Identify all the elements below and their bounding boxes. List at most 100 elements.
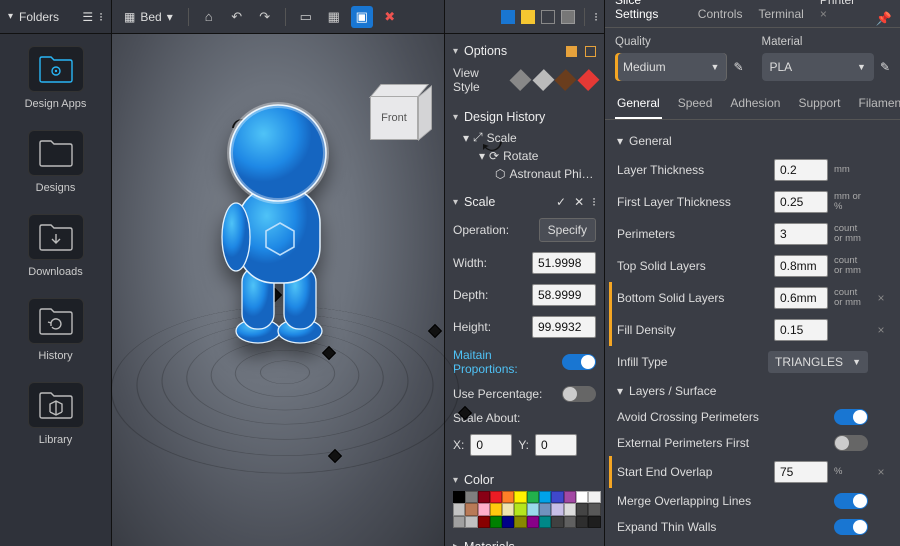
subtab-general[interactable]: General	[615, 91, 662, 119]
sidebar-item-design-apps[interactable]: Design Apps	[0, 40, 111, 124]
color-swatch[interactable]	[576, 503, 588, 515]
color-swatch[interactable]	[551, 491, 563, 503]
preset-icon-outline[interactable]	[585, 46, 596, 57]
style-3[interactable]	[555, 69, 577, 91]
sidebar-header[interactable]: ▾ Folders ☰ ⁝	[0, 0, 111, 34]
view-mode-solid[interactable]	[501, 10, 515, 24]
color-swatch[interactable]	[514, 516, 526, 528]
color-swatch[interactable]	[465, 491, 477, 503]
more-icon[interactable]: ⁝	[594, 10, 598, 24]
color-swatch[interactable]	[490, 503, 502, 515]
tab-slice-settings[interactable]: Slice Settings	[613, 0, 684, 27]
subtab-filament[interactable]: Filament	[856, 91, 900, 119]
quality-select[interactable]: Medium▼	[615, 53, 727, 81]
settings-icon[interactable]: ⁝	[99, 10, 103, 24]
color-swatch[interactable]	[551, 516, 563, 528]
style-4[interactable]	[578, 69, 600, 91]
color-swatch[interactable]	[527, 503, 539, 515]
color-swatch[interactable]	[502, 503, 514, 515]
close-icon[interactable]: ✕	[574, 195, 584, 209]
style-1[interactable]	[509, 69, 531, 91]
tree-model[interactable]: ⬡Astronaut Phil A Me	[495, 165, 596, 183]
scale-y-input[interactable]	[535, 434, 577, 456]
color-swatch[interactable]	[588, 503, 600, 515]
first-layer-input[interactable]	[774, 191, 828, 213]
use-percentage-toggle[interactable]	[562, 386, 596, 402]
sidebar-item-designs[interactable]: Designs	[0, 124, 111, 208]
sidebar-item-library[interactable]: Library	[0, 376, 111, 460]
reset-icon[interactable]: ×	[874, 291, 888, 305]
color-swatch[interactable]	[453, 503, 465, 515]
color-swatch[interactable]	[514, 491, 526, 503]
more-icon[interactable]: ⁝	[592, 195, 596, 209]
color-swatch[interactable]	[502, 516, 514, 528]
bed-selector[interactable]: ▦ Bed ▾	[118, 5, 179, 29]
scale-section-header[interactable]: ▾Scale ✓✕⁝	[453, 191, 596, 213]
color-swatch[interactable]	[490, 491, 502, 503]
redo-button[interactable]: ↷	[254, 6, 276, 28]
color-swatch[interactable]	[453, 491, 465, 503]
view-mode-wire[interactable]	[541, 10, 555, 24]
check-icon[interactable]: ✓	[556, 195, 566, 209]
color-swatch[interactable]	[465, 516, 477, 528]
top-solid-input[interactable]	[774, 255, 828, 277]
color-swatch[interactable]	[502, 491, 514, 503]
view-mode-xray[interactable]	[561, 10, 575, 24]
design-history-header[interactable]: ▾Design History	[453, 106, 596, 128]
color-swatch[interactable]	[478, 503, 490, 515]
tab-printer[interactable]: Printer ×	[818, 0, 864, 27]
home-view-button[interactable]: ⌂	[198, 6, 220, 28]
subtab-support[interactable]: Support	[796, 91, 842, 119]
layout-3-button[interactable]: ▣	[351, 6, 373, 28]
close-layout-button[interactable]: ✖	[379, 6, 401, 28]
materials-section-header[interactable]: ▸Materials	[453, 536, 596, 546]
color-swatch[interactable]	[551, 503, 563, 515]
color-swatch[interactable]	[539, 503, 551, 515]
subtab-speed[interactable]: Speed	[676, 91, 715, 119]
layout-1-button[interactable]: ▭	[295, 6, 317, 28]
view-mode-shaded[interactable]	[521, 10, 535, 24]
tab-terminal[interactable]: Terminal	[756, 7, 805, 27]
color-swatch[interactable]	[527, 516, 539, 528]
height-input[interactable]	[532, 316, 596, 338]
color-swatch[interactable]	[465, 503, 477, 515]
edit-material-icon[interactable]: ✎	[880, 60, 890, 74]
reset-icon[interactable]: ×	[874, 323, 888, 337]
expand-walls-toggle[interactable]	[834, 519, 868, 535]
3d-viewport[interactable]: Front	[112, 34, 444, 546]
color-swatch[interactable]	[588, 516, 600, 528]
orientation-cube[interactable]: Front	[359, 84, 429, 149]
external-first-toggle[interactable]	[834, 435, 868, 451]
tree-rotate[interactable]: ▾⟳Rotate	[479, 147, 596, 165]
color-section-header[interactable]: ▾Color	[453, 469, 596, 491]
sidebar-item-downloads[interactable]: Downloads	[0, 208, 111, 292]
reset-icon[interactable]: ×	[874, 465, 888, 479]
list-icon[interactable]: ☰	[82, 10, 93, 24]
layers-group-header[interactable]: ▾Layers / Surface	[617, 378, 888, 404]
bottom-solid-input[interactable]	[774, 287, 828, 309]
model-astronaut[interactable]	[208, 95, 348, 355]
color-swatch[interactable]	[539, 491, 551, 503]
perimeters-input[interactable]	[774, 223, 828, 245]
options-section-header[interactable]: ▾ Options	[453, 40, 596, 62]
avoid-crossing-toggle[interactable]	[834, 409, 868, 425]
color-swatch[interactable]	[576, 491, 588, 503]
preset-icon[interactable]	[566, 46, 577, 57]
color-swatch[interactable]	[514, 503, 526, 515]
fill-density-input[interactable]	[774, 319, 828, 341]
general-group-header[interactable]: ▾General	[617, 128, 888, 154]
start-end-overlap-input[interactable]	[774, 461, 828, 483]
color-swatch[interactable]	[564, 503, 576, 515]
tab-controls[interactable]: Controls	[696, 7, 745, 27]
color-swatch[interactable]	[453, 516, 465, 528]
edit-quality-icon[interactable]: ✎	[733, 60, 743, 74]
merge-lines-toggle[interactable]	[834, 493, 868, 509]
infill-group-header[interactable]: ▾Infill	[617, 540, 888, 546]
style-2[interactable]	[532, 69, 554, 91]
scale-x-input[interactable]	[470, 434, 512, 456]
maintain-proportions-toggle[interactable]	[562, 354, 596, 370]
sidebar-item-history[interactable]: History	[0, 292, 111, 376]
depth-input[interactable]	[532, 284, 596, 306]
subtab-adhesion[interactable]: Adhesion	[728, 91, 782, 119]
color-swatch[interactable]	[478, 491, 490, 503]
